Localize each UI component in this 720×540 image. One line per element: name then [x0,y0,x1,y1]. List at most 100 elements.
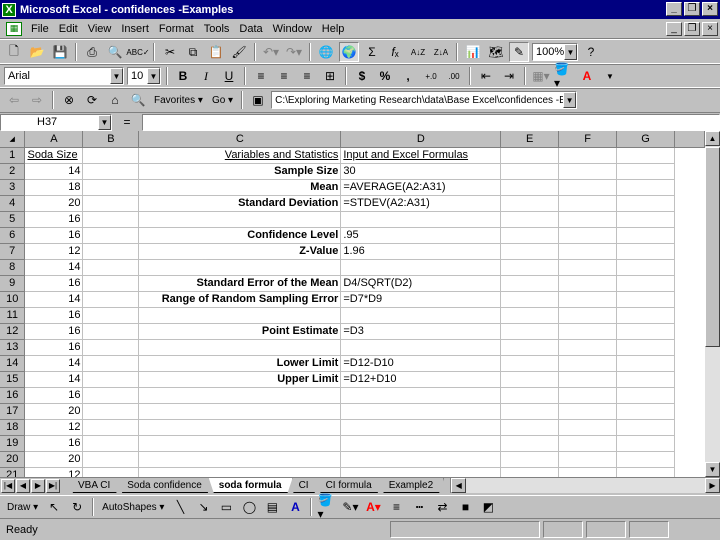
cell-e[interactable] [500,163,560,180]
cell-b[interactable] [82,147,140,164]
row-header[interactable]: 10 [0,291,26,308]
cell-f[interactable] [558,211,618,228]
cell-f[interactable] [558,419,618,436]
column-header[interactable]: D [340,131,502,148]
horizontal-scrollbar[interactable]: ◀ ▶ [450,478,720,493]
cell-c[interactable] [138,211,342,228]
close-button[interactable]: × [702,2,718,16]
arrow-style-icon[interactable]: ⇄ [432,497,452,517]
cell-a[interactable]: 14 [24,291,84,308]
new-icon[interactable]: 🗋 [4,42,24,62]
cell-b[interactable] [82,467,140,477]
row-header[interactable]: 15 [0,371,26,388]
cell-g[interactable] [616,211,675,228]
print-preview-icon[interactable]: 🔍 [105,42,125,62]
cell-d[interactable]: Input and Excel Formulas [340,147,502,164]
doc-close-button[interactable]: × [702,22,718,36]
cell-d[interactable] [340,259,502,276]
column-header[interactable]: C [138,131,342,148]
cell-a[interactable]: 14 [24,355,84,372]
back-icon[interactable]: ⇦ [4,90,24,110]
row-header[interactable]: 3 [0,179,26,196]
bold-button[interactable]: B [173,66,193,86]
cell-a[interactable]: 14 [24,163,84,180]
row-header[interactable]: 18 [0,419,26,436]
autosum-icon[interactable]: Σ [362,42,382,62]
excel-app-icon[interactable]: X [2,2,16,17]
cell-e[interactable] [500,275,560,292]
cell-b[interactable] [82,451,140,468]
worksheet-grid[interactable]: ◢ A B C D E F G 1 Soda Size Variables and … [0,131,705,477]
cell-d[interactable]: =D12+D10 [340,371,502,388]
workbook-icon[interactable]: ▦ [6,21,22,36]
cell-e[interactable] [500,419,560,436]
cell-g[interactable] [616,419,675,436]
cell-a[interactable]: 12 [24,243,84,260]
cell-b[interactable] [82,259,140,276]
cell-e[interactable] [500,355,560,372]
align-center-icon[interactable]: ≡ [274,66,294,86]
cell-f[interactable] [558,323,618,340]
format-painter-icon[interactable]: 🖌 [229,42,249,62]
arrow-icon[interactable]: ↘ [193,497,213,517]
line-icon[interactable]: ╲ [170,497,190,517]
cell-d[interactable] [340,339,502,356]
cell-a[interactable]: 16 [24,387,84,404]
row-header[interactable]: 4 [0,195,26,212]
cell-g[interactable] [616,371,675,388]
oval-icon[interactable]: ◯ [239,497,259,517]
percent-button[interactable]: % [375,66,395,86]
decrease-indent-icon[interactable]: ⇤ [476,66,496,86]
row-header[interactable]: 17 [0,403,26,420]
cell-a[interactable]: 14 [24,259,84,276]
comma-button[interactable]: , [398,66,418,86]
column-header[interactable]: B [82,131,140,148]
cell-a[interactable]: 18 [24,179,84,196]
borders-icon[interactable]: ▦▾ [531,66,551,86]
cell-f[interactable] [558,387,618,404]
cell-e[interactable] [500,403,560,420]
scroll-left-icon[interactable]: ◀ [451,478,467,493]
row-header[interactable]: 21 [0,467,26,477]
cell-g[interactable] [616,259,675,276]
cell-d[interactable]: 1.96 [340,243,502,260]
cell-e[interactable] [500,323,560,340]
menu-window[interactable]: Window [268,23,317,35]
first-sheet-icon[interactable]: |◀ [1,478,15,493]
cell-f[interactable] [558,227,618,244]
minimize-button[interactable]: _ [666,2,682,16]
cell-f[interactable] [558,243,618,260]
sheet-tab[interactable]: CI [289,478,320,493]
cell-f[interactable] [558,179,618,196]
cell-b[interactable] [82,403,140,420]
cell-e[interactable] [500,435,560,452]
scroll-down-icon[interactable]: ▼ [705,462,720,477]
sheet-tab[interactable]: Example2 [379,478,444,493]
drawing-icon[interactable]: ✎ [509,42,529,62]
cell-d[interactable]: =D7*D9 [340,291,502,308]
cell-e[interactable] [500,195,560,212]
align-right-icon[interactable]: ≡ [297,66,317,86]
cell-d[interactable]: =D3 [340,323,502,340]
show-only-web-toolbar-icon[interactable]: ▣ [248,90,268,110]
cell-d[interactable]: =AVERAGE(A2:A31) [340,179,502,196]
next-sheet-icon[interactable]: ▶ [31,478,45,493]
cell-f[interactable] [558,291,618,308]
cell-b[interactable] [82,387,140,404]
cell-c[interactable]: Upper Limit [138,371,342,388]
scroll-up-icon[interactable]: ▲ [705,131,720,146]
column-header[interactable]: F [558,131,618,148]
cell-d[interactable] [340,451,502,468]
chevron-down-icon[interactable]: ▼ [600,66,620,86]
cell-f[interactable] [558,307,618,324]
address-field[interactable]: C:\Exploring Marketing Research\data\Bas… [271,91,578,109]
prev-sheet-icon[interactable]: ◀ [16,478,30,493]
select-objects-icon[interactable]: ↖ [44,497,64,517]
chart-wizard-icon[interactable]: 📊 [463,42,483,62]
chevron-down-icon[interactable]: ▼ [147,68,160,84]
column-header[interactable] [674,131,705,148]
cell-e[interactable] [500,227,560,244]
open-icon[interactable]: 📂 [27,42,47,62]
cell-f[interactable] [558,147,618,164]
cell-g[interactable] [616,179,675,196]
